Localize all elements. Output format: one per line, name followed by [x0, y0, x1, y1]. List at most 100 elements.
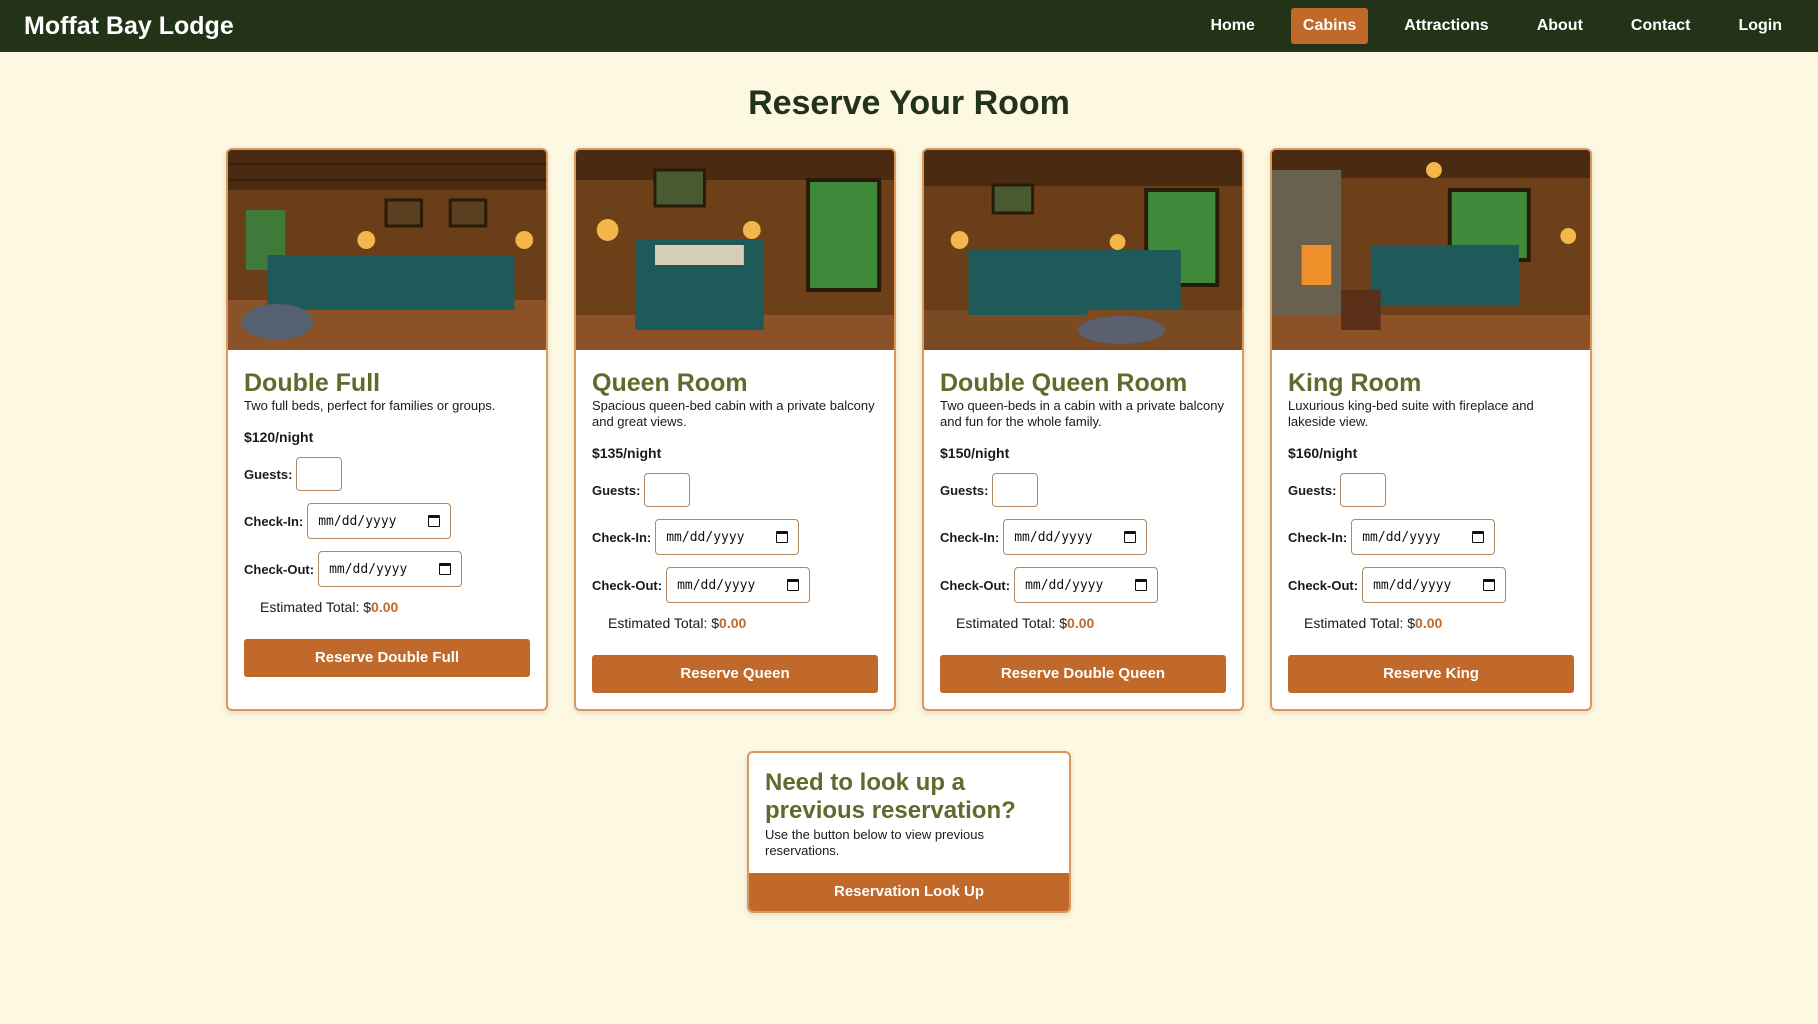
- date-placeholder: mm/dd/yyyy: [1014, 529, 1093, 545]
- room-photo: [1272, 150, 1590, 350]
- room-card-king: King Room Luxurious king-bed suite with …: [1270, 148, 1592, 711]
- reserve-king-button[interactable]: Reserve King: [1288, 655, 1574, 693]
- checkout-row: Check-Out: mm/dd/yyyy: [940, 567, 1226, 603]
- room-title: King Room: [1288, 369, 1422, 397]
- checkout-row: Check-Out: mm/dd/yyyy: [1288, 567, 1574, 603]
- reservation-lookup-button[interactable]: Reservation Look Up: [749, 873, 1069, 911]
- estimated-total-label: Estimated Total: $: [608, 615, 720, 631]
- room-price: $135/night: [592, 445, 662, 461]
- nav-home[interactable]: Home: [1198, 8, 1266, 44]
- room-price: $150/night: [940, 445, 1010, 461]
- estimated-total: Estimated Total: $0.00: [1288, 615, 1574, 631]
- reserve-double-queen-button[interactable]: Reserve Double Queen: [940, 655, 1226, 693]
- checkin-label: Check-In:: [1288, 529, 1348, 545]
- room-description: Two full beds, perfect for families or g…: [244, 398, 496, 413]
- calendar-icon[interactable]: [1472, 531, 1485, 543]
- calendar-icon[interactable]: [776, 531, 789, 543]
- nav-contact[interactable]: Contact: [1619, 8, 1703, 44]
- checkout-date-input[interactable]: mm/dd/yyyy: [666, 567, 811, 603]
- guests-row: Guests:: [1288, 473, 1574, 507]
- checkout-row: Check-Out: mm/dd/yyyy: [592, 567, 878, 603]
- room-description: Two queen-beds in a cabin with a private…: [940, 398, 1225, 429]
- estimated-total: Estimated Total: $0.00: [940, 615, 1226, 631]
- room-card-queen: Queen Room Spacious queen-bed cabin with…: [574, 148, 896, 711]
- checkout-label: Check-Out:: [592, 577, 663, 593]
- checkin-date-input[interactable]: mm/dd/yyyy: [655, 519, 800, 555]
- nav-attractions[interactable]: Attractions: [1392, 8, 1500, 44]
- estimated-total-label: Estimated Total: $: [956, 615, 1068, 631]
- calendar-icon[interactable]: [787, 579, 800, 591]
- lookup-description: Use the button below to view previous re…: [765, 827, 984, 858]
- room-photo: [228, 150, 546, 350]
- estimated-total-amount: 0.00: [1067, 615, 1095, 631]
- lookup-title: Need to look up a previous reservation?: [765, 769, 1016, 824]
- guests-input[interactable]: [1340, 473, 1387, 507]
- reservation-lookup-card: Need to look up a previous reservation? …: [747, 751, 1071, 913]
- date-placeholder: mm/dd/yyyy: [1362, 529, 1441, 545]
- guests-input[interactable]: [992, 473, 1039, 507]
- estimated-total-amount: 0.00: [719, 615, 747, 631]
- checkout-label: Check-Out:: [1288, 577, 1359, 593]
- room-price: $160/night: [1288, 445, 1358, 461]
- checkout-date-input[interactable]: mm/dd/yyyy: [1014, 567, 1159, 603]
- checkin-row: Check-In: mm/dd/yyyy: [940, 519, 1226, 555]
- estimated-total-label: Estimated Total: $: [1304, 615, 1416, 631]
- checkin-label: Check-In:: [244, 513, 304, 529]
- estimated-total-amount: 0.00: [371, 599, 399, 615]
- guests-label: Guests:: [244, 466, 293, 482]
- nav-login[interactable]: Login: [1726, 8, 1794, 44]
- checkin-date-input[interactable]: mm/dd/yyyy: [1351, 519, 1496, 555]
- room-title: Double Queen Room: [940, 369, 1188, 397]
- room-price: $120/night: [244, 429, 314, 445]
- guests-label: Guests:: [940, 482, 989, 498]
- checkout-row: Check-Out: mm/dd/yyyy: [244, 551, 530, 587]
- room-description: Spacious queen-bed cabin with a private …: [592, 398, 875, 429]
- calendar-icon[interactable]: [1135, 579, 1148, 591]
- checkin-label: Check-In:: [592, 529, 652, 545]
- estimated-total-amount: 0.00: [1415, 615, 1443, 631]
- site-brand[interactable]: Moffat Bay Lodge: [24, 12, 234, 41]
- room-card-double-full: Double Full Two full beds, perfect for f…: [226, 148, 548, 711]
- page-title: Reserve Your Room: [748, 84, 1070, 122]
- estimated-total: Estimated Total: $0.00: [592, 615, 878, 631]
- calendar-icon[interactable]: [439, 563, 452, 575]
- room-title: Double Full: [244, 369, 381, 397]
- top-navbar: Moffat Bay Lodge Home Cabins Attractions…: [0, 0, 1818, 52]
- room-cards: Double Full Two full beds, perfect for f…: [0, 148, 1818, 711]
- room-photo: [924, 150, 1242, 350]
- calendar-icon[interactable]: [428, 515, 441, 527]
- guests-input[interactable]: [644, 473, 691, 507]
- room-photo: [576, 150, 894, 350]
- calendar-icon[interactable]: [1124, 531, 1137, 543]
- checkout-date-input[interactable]: mm/dd/yyyy: [318, 551, 463, 587]
- room-card-double-queen: Double Queen Room Two queen-beds in a ca…: [922, 148, 1244, 711]
- calendar-icon[interactable]: [1483, 579, 1496, 591]
- checkout-label: Check-Out:: [940, 577, 1011, 593]
- guests-row: Guests:: [592, 473, 878, 507]
- checkin-label: Check-In:: [940, 529, 1000, 545]
- estimated-total-label: Estimated Total: $: [260, 599, 372, 615]
- date-placeholder: mm/dd/yyyy: [318, 513, 397, 529]
- guests-row: Guests:: [244, 457, 530, 491]
- checkin-row: Check-In: mm/dd/yyyy: [244, 503, 530, 539]
- guests-label: Guests:: [1288, 482, 1337, 498]
- reserve-double-full-button[interactable]: Reserve Double Full: [244, 639, 530, 677]
- checkin-row: Check-In: mm/dd/yyyy: [592, 519, 878, 555]
- date-placeholder: mm/dd/yyyy: [677, 577, 756, 593]
- date-placeholder: mm/dd/yyyy: [1025, 577, 1104, 593]
- guests-label: Guests:: [592, 482, 641, 498]
- checkin-row: Check-In: mm/dd/yyyy: [1288, 519, 1574, 555]
- room-title: Queen Room: [592, 369, 748, 397]
- date-placeholder: mm/dd/yyyy: [1373, 577, 1452, 593]
- guests-input[interactable]: [296, 457, 343, 491]
- nav-cabins[interactable]: Cabins: [1290, 8, 1369, 44]
- checkout-date-input[interactable]: mm/dd/yyyy: [1362, 567, 1507, 603]
- checkin-date-input[interactable]: mm/dd/yyyy: [1003, 519, 1148, 555]
- checkin-date-input[interactable]: mm/dd/yyyy: [307, 503, 452, 539]
- guests-row: Guests:: [940, 473, 1226, 507]
- nav-about[interactable]: About: [1525, 8, 1595, 44]
- date-placeholder: mm/dd/yyyy: [329, 561, 408, 577]
- reserve-queen-button[interactable]: Reserve Queen: [592, 655, 878, 693]
- date-placeholder: mm/dd/yyyy: [666, 529, 745, 545]
- estimated-total: Estimated Total: $0.00: [244, 599, 530, 615]
